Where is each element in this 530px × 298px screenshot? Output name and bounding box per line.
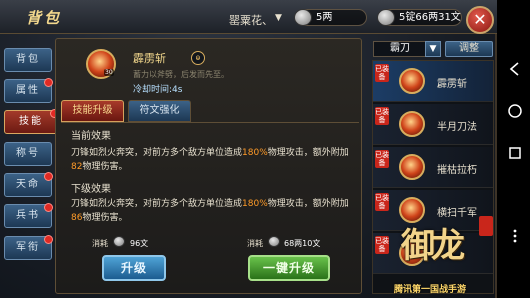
gold-balance: 5锭66两31文 — [377, 9, 462, 26]
tab-label: 称号 — [16, 148, 40, 159]
tab-skill-upgrade[interactable]: 技能升级 — [61, 100, 124, 122]
effect-percent: 180% — [242, 199, 268, 209]
effect-extra-value: 86 — [71, 213, 83, 223]
next-effect-text: 刀锋如烈火奔突，对前方多个敌方单位造成180%物理攻击，额外附加 86物理伤害。 — [71, 197, 361, 225]
next-effect-title: 下级效果 — [71, 184, 111, 195]
upgrade-cost-label: 消耗 — [92, 239, 108, 248]
tab-attributes[interactable]: 属性 — [4, 78, 53, 103]
silver-amount: 5两 — [316, 12, 333, 23]
title-bar: 背包 罂粟花、 ▼ 5两 5锭66两31文 ✕ — [0, 0, 497, 34]
skill-name: 霹雳斩 — [133, 52, 166, 65]
equipped-badge: 已装备 — [375, 236, 389, 254]
oneclick-upgrade-button[interactable]: 一键升级 — [248, 255, 330, 281]
notification-dot — [44, 203, 53, 212]
coin-icon — [268, 236, 280, 247]
tab-titles[interactable]: 称号 — [4, 142, 52, 166]
equipped-badge: 已装备 — [375, 193, 389, 211]
effect-text: 物理伤害。 — [82, 213, 128, 223]
skill-list-item[interactable]: 已装备 摧枯拉朽 — [373, 147, 493, 188]
recents-icon[interactable] — [507, 145, 523, 161]
upgrade-cost-value: 96文 — [130, 239, 149, 248]
skill-cooldown: 冷却时间:4s — [133, 85, 183, 95]
equipped-badge: 已装备 — [375, 107, 389, 125]
tab-label: 技能 — [19, 116, 43, 127]
effect-percent: 180% — [242, 148, 268, 158]
oneclick-cost-value: 68两10文 — [284, 239, 321, 248]
skill-sweep-icon — [399, 154, 425, 180]
player-name: 罂粟花、 — [229, 14, 273, 27]
tab-label: 背包 — [16, 54, 40, 65]
skill-list-item[interactable]: 已装备 霹雳斩 — [373, 61, 493, 102]
effect-extra-value: 82 — [71, 162, 83, 172]
equipped-badge: 已装备 — [375, 64, 389, 82]
tab-skills[interactable]: 技能 — [4, 109, 59, 134]
upgrade-button[interactable]: 升级 — [102, 255, 166, 281]
menu-icon[interactable] — [507, 228, 523, 244]
game-logo-watermark: 御龙 腾讯第一国战手游 — [393, 208, 497, 298]
skill-fire-icon — [399, 68, 425, 94]
effect-text: 物理伤害。 — [82, 162, 128, 172]
tab-bag[interactable]: 背包 — [4, 48, 52, 72]
skill-list-item-name: 摧枯拉朽 — [437, 165, 477, 176]
coin-icon — [294, 9, 312, 26]
logo-slogan: 腾讯第一国战手游 — [394, 285, 467, 295]
tab-destiny[interactable]: 天命 — [4, 172, 53, 197]
notification-dot — [44, 172, 53, 181]
skill-level-badge: 30 — [104, 69, 114, 76]
player-dropdown-icon[interactable]: ▼ — [275, 13, 282, 23]
effect-text: 物理攻击，额外附加 — [267, 199, 349, 209]
logo-badge — [479, 216, 493, 236]
tab-label: 天命 — [16, 179, 40, 190]
current-effect-title: 当前效果 — [71, 131, 111, 142]
close-button[interactable]: ✕ — [466, 6, 494, 34]
tab-label: 军衔 — [16, 242, 40, 253]
tab-label: 属性 — [16, 85, 40, 96]
effect-text: 刀锋如烈火奔突，对前方多个敌方单位造成 — [71, 199, 243, 209]
game-window: 背包 罂粟花、 ▼ 5两 5锭66两31文 ✕ 背包 属性 技能 称号 天命 兵… — [0, 0, 497, 298]
gold-amount: 5锭66两31文 — [399, 12, 461, 23]
weapon-type-icon: ⱺ — [191, 51, 205, 65]
logo-text: 御龙 — [401, 226, 465, 266]
current-effect-text: 刀锋如烈火奔突，对前方多个敌方单位造成180%物理攻击，额外附加 82物理伤害。 — [71, 146, 361, 174]
tab-rank[interactable]: 军衔 — [4, 235, 53, 260]
home-icon[interactable] — [507, 103, 523, 119]
chevron-down-icon[interactable]: ▼ — [425, 41, 441, 57]
effect-text: 物理攻击，额外附加 — [267, 148, 349, 158]
back-icon[interactable] — [507, 61, 523, 77]
skill-description: 蓄力以斧劈，后发而先至。 — [133, 70, 229, 79]
tab-rune-enhance[interactable]: 符文强化 — [128, 100, 191, 122]
coin-icon — [113, 236, 125, 247]
android-nav-bar — [499, 0, 530, 298]
adjust-button[interactable]: 调整 — [445, 41, 493, 57]
equipped-badge: 已装备 — [375, 150, 389, 168]
window-title: 背包 — [26, 9, 63, 27]
skill-list-item-name: 霹雳斩 — [437, 79, 467, 90]
skill-list-item-name: 半月刀法 — [437, 122, 477, 133]
skill-crescent-icon — [399, 111, 425, 137]
coin-icon — [377, 9, 395, 26]
tab-military-books[interactable]: 兵书 — [4, 203, 53, 228]
tab-label: 兵书 — [16, 210, 40, 221]
effect-text: 刀锋如烈火奔突，对前方多个敌方单位造成 — [71, 148, 243, 158]
silver-balance: 5两 — [294, 9, 367, 26]
notification-dot — [44, 235, 53, 244]
oneclick-cost-label: 消耗 — [247, 239, 263, 248]
notification-dot — [44, 78, 53, 87]
skill-list-item[interactable]: 已装备 半月刀法 — [373, 104, 493, 145]
